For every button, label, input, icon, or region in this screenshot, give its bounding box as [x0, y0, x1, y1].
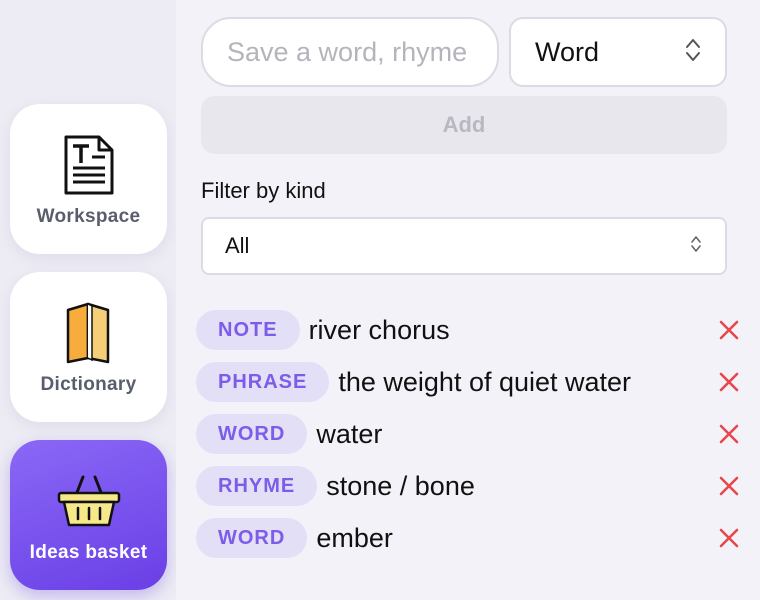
ideas-panel: Word Add Filter by kind All NOTE river c…: [176, 0, 760, 600]
sidebar-item-dictionary[interactable]: Dictionary: [10, 272, 167, 422]
kind-badge: WORD: [196, 518, 308, 558]
delete-icon[interactable]: [717, 526, 741, 550]
sidebar-item-label: Workspace: [36, 206, 141, 227]
idea-input[interactable]: [201, 17, 499, 87]
delete-icon[interactable]: [717, 422, 741, 446]
kind-badge: RHYME: [196, 466, 318, 506]
kind-badge: NOTE: [196, 310, 300, 350]
sidebar-item-workspace[interactable]: Workspace: [10, 104, 167, 254]
kind-select-value: Word: [535, 36, 600, 67]
kind-badge: WORD: [196, 414, 308, 454]
idea-text: water: [316, 418, 383, 449]
book-icon: [64, 302, 114, 364]
kind-badge: PHRASE: [196, 362, 330, 402]
basket-icon: [56, 470, 122, 532]
idea-item: WORD water: [196, 414, 741, 454]
idea-item: WORD ember: [196, 518, 741, 558]
add-button[interactable]: Add: [201, 96, 727, 154]
delete-icon[interactable]: [717, 318, 741, 342]
idea-text: stone / bone: [326, 470, 475, 501]
sidebar: Workspace Dictionary Ideas basket: [0, 0, 176, 600]
sidebar-item-label: Dictionary: [40, 374, 137, 395]
idea-text: ember: [316, 522, 393, 553]
sidebar-item-ideas-basket[interactable]: Ideas basket: [10, 440, 167, 590]
filter-label: Filter by kind: [201, 178, 326, 203]
idea-item: RHYME stone / bone: [196, 466, 741, 506]
delete-icon[interactable]: [717, 370, 741, 394]
idea-text: the weight of quiet water: [338, 366, 632, 397]
kind-select[interactable]: Word: [509, 17, 727, 87]
document-icon: [63, 134, 115, 196]
delete-icon[interactable]: [717, 474, 741, 498]
filter-select-value: All: [225, 233, 250, 258]
filter-kind-select[interactable]: All: [201, 217, 727, 275]
sidebar-item-label: Ideas basket: [29, 542, 148, 563]
idea-item: NOTE river chorus: [196, 310, 741, 350]
idea-item: PHRASE the weight of quiet water: [196, 362, 741, 402]
select-arrows-icon: [689, 234, 703, 259]
idea-text: river chorus: [308, 314, 450, 345]
select-arrows-icon: [685, 37, 701, 68]
